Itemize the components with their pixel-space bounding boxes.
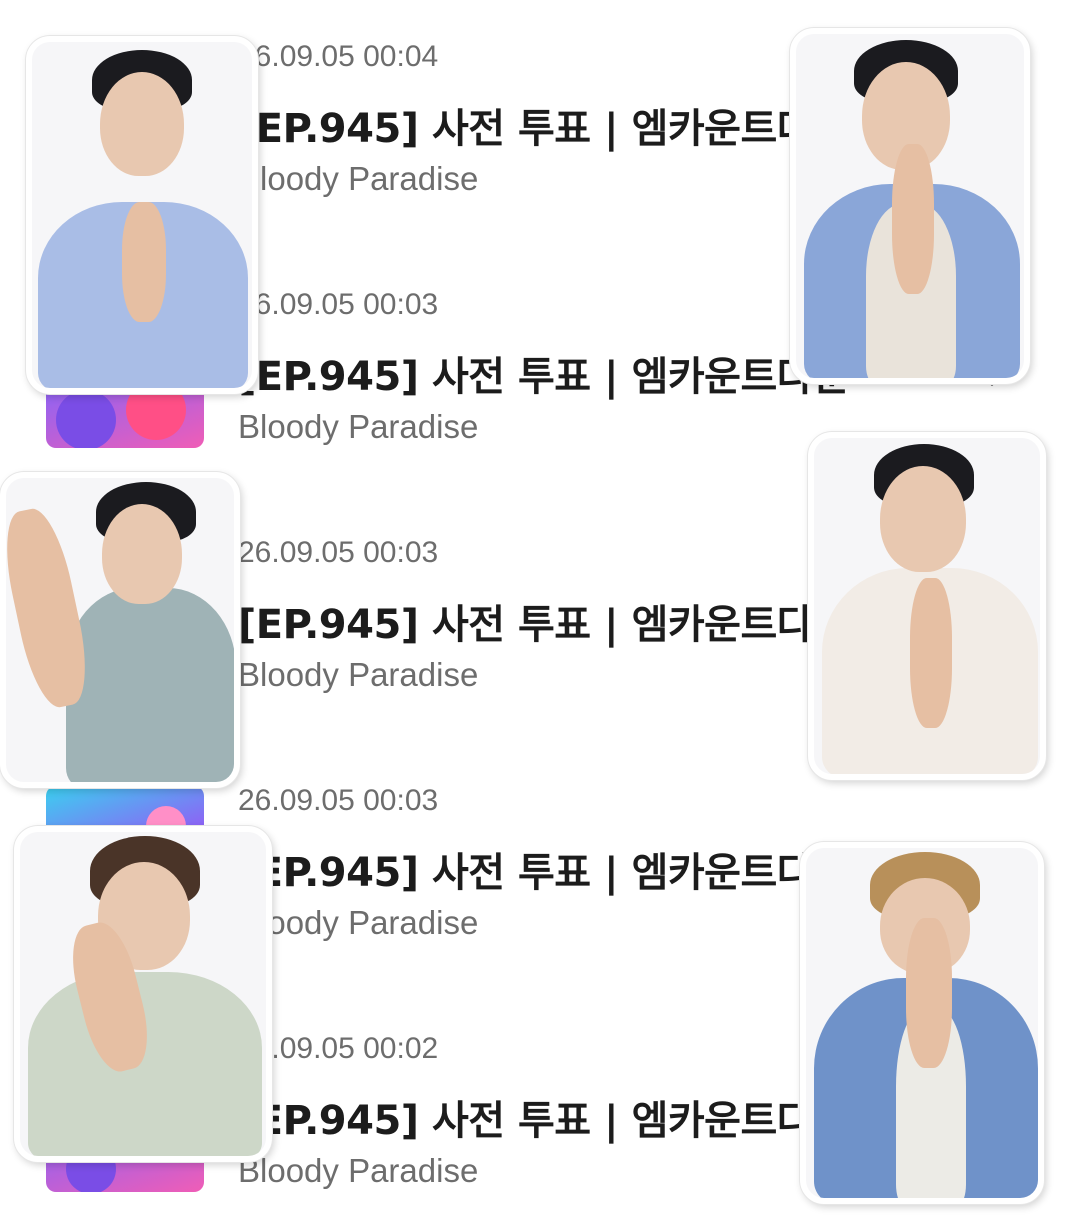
artist-name: Bloody Paradise (238, 160, 479, 197)
artist-name: Bloody Paradise (238, 656, 479, 693)
episode-title: [EP.945] 사전 투표 | 엠카운트다운 (238, 1098, 850, 1144)
artist-name: Bloody Paradise (238, 904, 479, 941)
vote-date: 26.09.05 00:03 (238, 536, 439, 569)
artist-name: Bloody Paradise (238, 408, 479, 445)
vote-date: 26.09.05 00:03 (238, 784, 439, 817)
vote-history-list: 26.09.05 00:04 [EP.945] 사전 투표 | 엠카운트다운 B… (0, 0, 1080, 1226)
person-sticker (14, 826, 272, 1162)
vote-date: 26.09.05 00:04 (238, 40, 439, 73)
episode-title: [EP.945] 사전 투표 | 엠카운트다운 (238, 354, 850, 400)
vote-date: 26.09.05 00:03 (238, 288, 439, 321)
person-sticker (790, 28, 1030, 384)
episode-title: [EP.945] 사전 투표 | 엠카운트다운 (238, 850, 850, 896)
artist-name: Bloody Paradise (238, 1152, 479, 1189)
episode-title: [EP.945] 사전 투표 | 엠카운트다운 (238, 106, 850, 152)
person-sticker (0, 472, 240, 788)
person-sticker (800, 842, 1044, 1204)
episode-title: [EP.945] 사전 투표 | 엠카운트다운 (238, 602, 850, 648)
person-sticker (808, 432, 1046, 780)
person-sticker (26, 36, 258, 394)
